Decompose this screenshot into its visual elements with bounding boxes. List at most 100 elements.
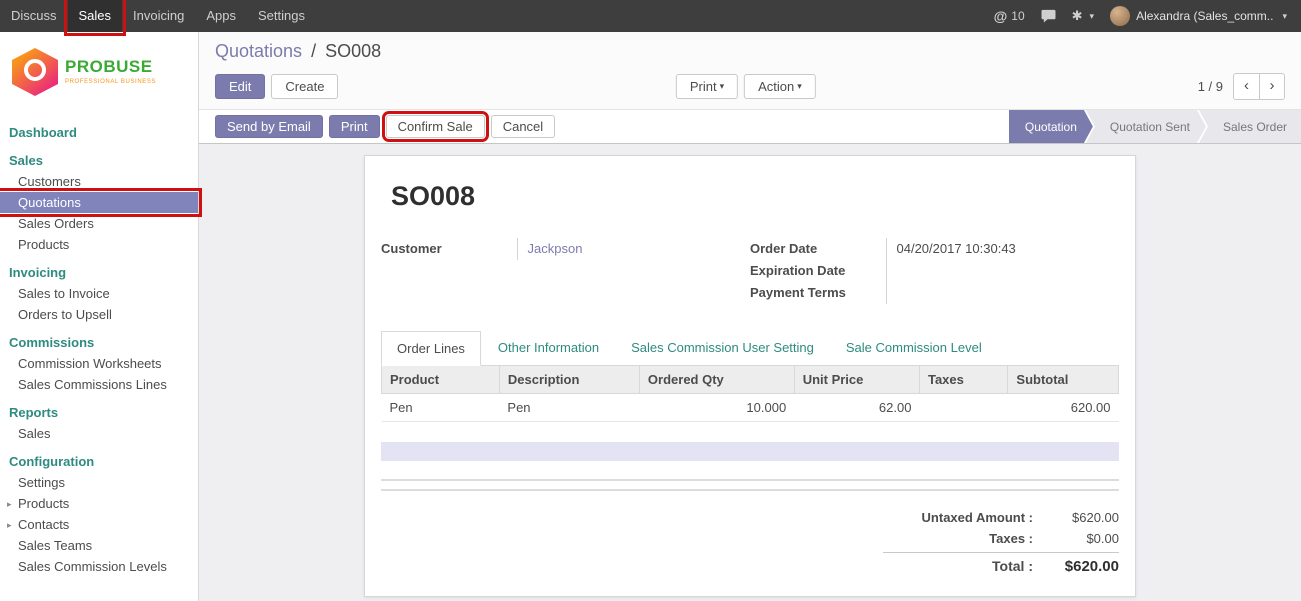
print-quotation-button[interactable]: Print <box>329 115 380 138</box>
sidebar-item-sales-commissions-lines[interactable]: Sales Commissions Lines <box>0 374 198 395</box>
tab-sales-commission-user-setting[interactable]: Sales Commission User Setting <box>616 331 829 366</box>
expand-caret-icon: ▸ <box>7 517 12 534</box>
sidebar-item-settings[interactable]: Settings <box>0 472 198 493</box>
untaxed-amount-value: $620.00 <box>1033 510 1119 525</box>
user-menu[interactable]: Alexandra (Sales_comm.. ▾ <box>1110 6 1287 26</box>
print-dropdown-label: Print <box>690 79 717 94</box>
create-button[interactable]: Create <box>271 74 338 99</box>
status-step-quotation-sent[interactable]: Quotation Sent <box>1086 110 1206 143</box>
form-sheet: SO008 Customer Jackpson Order Date 04 <box>364 155 1136 597</box>
customer-value[interactable]: Jackpson <box>517 238 750 260</box>
nav-item-sales[interactable]: Sales <box>68 0 123 32</box>
control-panel-buttons: Edit Create Print ▾ Action ▾ 1 / 9 ‹ › <box>215 72 1285 100</box>
customer-label: Customer <box>381 238 517 260</box>
activities-count: 10 <box>1011 9 1024 23</box>
breadcrumb-separator: / <box>307 41 320 61</box>
form-view-container: SO008 Customer Jackpson Order Date 04 <box>199 144 1301 601</box>
sidebar-item-products-config[interactable]: ▸ Products <box>0 493 198 514</box>
order-line-row[interactable]: Pen Pen 10.000 62.00 620.00 <box>382 394 1119 422</box>
sidebar-item-commission-worksheets[interactable]: Commission Worksheets <box>0 353 198 374</box>
pager-value: 1 / 9 <box>1198 79 1223 94</box>
sidebar-item-sales-teams[interactable]: Sales Teams <box>0 535 198 556</box>
order-date-label: Order Date <box>750 238 886 260</box>
separator <box>381 489 1119 491</box>
order-lines-table: Product Description Ordered Qty Unit Pri… <box>381 366 1119 422</box>
expiration-date-value <box>886 260 1119 282</box>
tab-sale-commission-level[interactable]: Sale Commission Level <box>831 331 997 366</box>
sidebar-item-sales-orders[interactable]: Sales Orders <box>0 213 198 234</box>
app-logo[interactable]: PROBUSE PROFESSIONAL BUSINESS <box>0 32 198 102</box>
record-title: SO008 <box>391 181 1119 212</box>
sidebar-item-contacts[interactable]: ▸ Contacts <box>0 514 198 535</box>
status-pipeline: Quotation Quotation Sent Sales Order <box>1009 110 1301 143</box>
total-label: Total : <box>992 558 1033 574</box>
sidebar-section-commissions[interactable]: Commissions <box>0 332 198 353</box>
probuse-logo-icon <box>12 48 58 96</box>
sidebar-section-invoicing[interactable]: Invoicing <box>0 262 198 283</box>
pager-next-button[interactable]: › <box>1259 73 1285 100</box>
action-dropdown-label: Action <box>758 79 794 94</box>
send-by-email-button[interactable]: Send by Email <box>215 115 323 138</box>
column-ordered-qty: Ordered Qty <box>639 366 794 394</box>
payment-terms-label: Payment Terms <box>750 282 886 304</box>
total-value: $620.00 <box>1033 558 1119 575</box>
sidebar-section-sales[interactable]: Sales <box>0 150 198 171</box>
sidebar-section-configuration[interactable]: Configuration <box>0 451 198 472</box>
main-area: Quotations / SO008 Edit Create Print ▾ A… <box>199 32 1301 601</box>
action-dropdown[interactable]: Action ▾ <box>744 74 816 99</box>
taxes-label: Taxes : <box>989 531 1033 546</box>
empty-note-row <box>381 442 1119 461</box>
statusbar: Send by Email Print Confirm Sale Cancel … <box>199 110 1301 144</box>
user-name: Alexandra (Sales_comm.. <box>1136 9 1273 23</box>
messaging-menu[interactable] <box>1041 9 1056 23</box>
status-step-quotation[interactable]: Quotation <box>1009 110 1093 143</box>
status-step-sales-order[interactable]: Sales Order <box>1199 110 1301 143</box>
sidebar-item-sales-to-invoice[interactable]: Sales to Invoice <box>0 283 198 304</box>
sidebar-item-label: Products <box>18 496 69 511</box>
column-subtotal: Subtotal <box>1008 366 1119 394</box>
breadcrumb: Quotations / SO008 <box>215 41 1285 62</box>
debug-icon: ✱ <box>1072 8 1083 24</box>
print-dropdown[interactable]: Print ▾ <box>676 74 738 99</box>
sidebar-item-quotations[interactable]: Quotations <box>0 192 198 213</box>
notebook-tabs: Order Lines Other Information Sales Comm… <box>381 330 1119 366</box>
tab-other-information[interactable]: Other Information <box>483 331 614 366</box>
order-date-value: 04/20/2017 10:30:43 <box>886 238 1119 260</box>
nav-item-invoicing[interactable]: Invoicing <box>122 0 195 32</box>
breadcrumb-quotations[interactable]: Quotations <box>215 41 302 61</box>
top-navbar: Discuss Sales Invoicing Apps Settings @ … <box>0 0 1301 32</box>
field-group-right: Order Date 04/20/2017 10:30:43 Expiratio… <box>750 238 1119 304</box>
expand-caret-icon: ▸ <box>7 496 12 513</box>
column-unit-price: Unit Price <box>794 366 919 394</box>
nav-item-apps[interactable]: Apps <box>195 0 247 32</box>
sidebar-section-dashboard[interactable]: Dashboard <box>0 122 198 143</box>
pager-previous-button[interactable]: ‹ <box>1233 73 1259 100</box>
separator <box>381 479 1119 481</box>
chat-bubble-icon <box>1041 9 1056 23</box>
edit-button[interactable]: Edit <box>215 74 265 99</box>
sidebar-item-sales-commission-levels[interactable]: Sales Commission Levels <box>0 556 198 577</box>
nav-item-discuss[interactable]: Discuss <box>0 0 68 32</box>
avatar <box>1110 6 1130 26</box>
sidebar-item-products[interactable]: Products <box>0 234 198 255</box>
cancel-button[interactable]: Cancel <box>491 115 555 138</box>
payment-terms-value <box>886 282 1119 304</box>
activities-menu[interactable]: @ 10 <box>994 8 1025 24</box>
order-lines-header-row: Product Description Ordered Qty Unit Pri… <box>382 366 1119 394</box>
sidebar-item-orders-to-upsell[interactable]: Orders to Upsell <box>0 304 198 325</box>
sidebar-item-sales-report[interactable]: Sales <box>0 423 198 444</box>
cell-product: Pen <box>382 394 500 422</box>
logo-subtitle: PROFESSIONAL BUSINESS <box>65 79 156 86</box>
tab-order-lines[interactable]: Order Lines <box>381 331 481 366</box>
sidebar: PROBUSE PROFESSIONAL BUSINESS Dashboard … <box>0 32 199 601</box>
chevron-down-icon: ▾ <box>720 81 725 92</box>
field-groups: Customer Jackpson Order Date 04/20/2017 … <box>381 238 1119 304</box>
control-panel: Quotations / SO008 Edit Create Print ▾ A… <box>199 32 1301 110</box>
sidebar-item-customers[interactable]: Customers <box>0 171 198 192</box>
confirm-sale-button[interactable]: Confirm Sale <box>386 115 485 138</box>
sidebar-section-reports[interactable]: Reports <box>0 402 198 423</box>
expiration-date-label: Expiration Date <box>750 260 886 282</box>
nav-item-settings[interactable]: Settings <box>247 0 316 32</box>
top-nav-systray: @ 10 ✱ ▾ Alexandra (Sales_comm.. ▾ <box>994 6 1301 26</box>
debug-menu[interactable]: ✱ ▾ <box>1072 8 1094 24</box>
